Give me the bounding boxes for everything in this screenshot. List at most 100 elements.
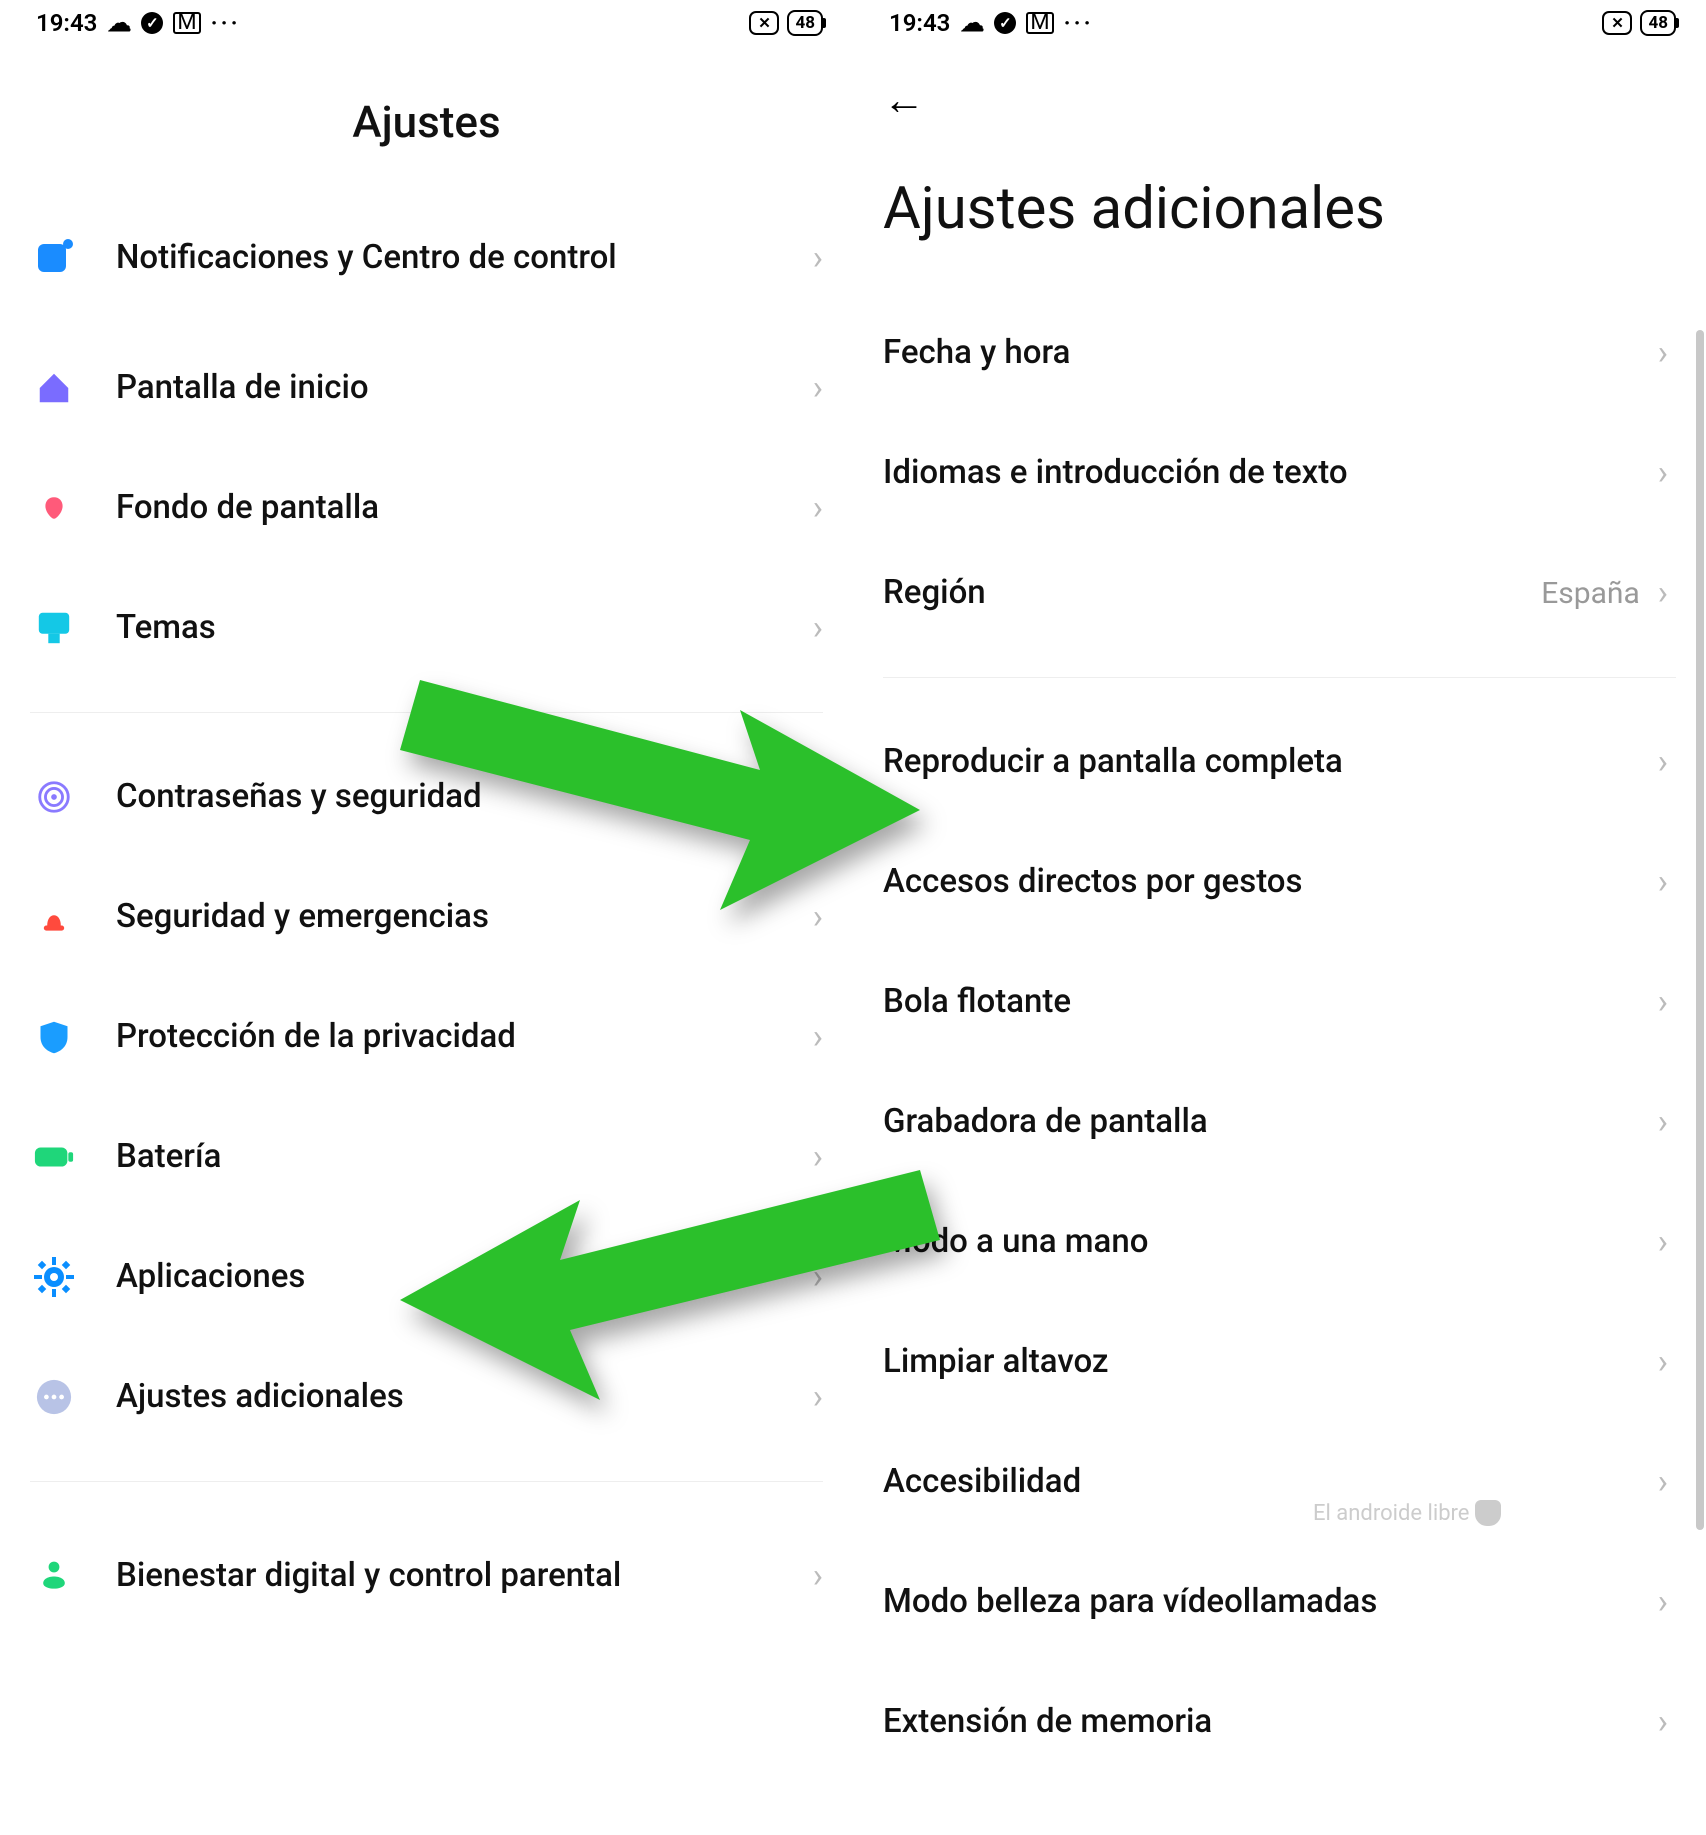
settings-item-wallpaper[interactable]: Fondo de pantalla ›: [30, 448, 823, 568]
chevron-right-icon: ›: [813, 777, 823, 817]
item-accessibility[interactable]: Accesibilidad ›: [883, 1422, 1676, 1542]
chevron-right-icon: ›: [1658, 1702, 1668, 1742]
settings-list: Notificaciones y Centro de control › Pan…: [0, 188, 853, 1646]
settings-item-emergency[interactable]: Seguridad y emergencias ›: [30, 857, 823, 977]
row-label: Región: [883, 572, 1541, 613]
additional-settings-list: Fecha y hora › Idiomas e introducción de…: [853, 293, 1706, 1782]
chevron-right-icon: ›: [813, 1556, 823, 1596]
chevron-right-icon: ›: [813, 1137, 823, 1177]
chevron-right-icon: ›: [813, 1017, 823, 1057]
shield-icon: [30, 1013, 78, 1061]
divider: [883, 677, 1676, 678]
home-icon: [30, 364, 78, 412]
cloud-icon: ☁: [107, 9, 131, 37]
more-icon: ···: [211, 9, 241, 37]
chevron-right-icon: ›: [1658, 742, 1668, 782]
gmail-icon: M: [173, 12, 200, 34]
settings-item-wellbeing[interactable]: Bienestar digital y control parental ›: [30, 1506, 823, 1646]
notifications-icon: [30, 234, 78, 282]
check-icon: ✓: [994, 12, 1016, 34]
row-label: Seguridad y emergencias: [116, 896, 813, 937]
row-label: Accesos directos por gestos: [883, 861, 1658, 902]
chevron-right-icon: ›: [813, 1377, 823, 1417]
row-label: Contraseñas y seguridad: [116, 776, 813, 817]
chevron-right-icon: ›: [1658, 333, 1668, 373]
gear-icon: [30, 1253, 78, 1301]
chevron-right-icon: ›: [1658, 982, 1668, 1022]
row-label: Limpiar altavoz: [883, 1341, 1658, 1382]
settings-item-apps[interactable]: Aplicaciones ›: [30, 1217, 823, 1337]
chevron-right-icon: ›: [1658, 1462, 1668, 1502]
chevron-right-icon: ›: [813, 488, 823, 528]
item-clean-speaker[interactable]: Limpiar altavoz ›: [883, 1302, 1676, 1422]
row-label: Temas: [116, 607, 813, 648]
item-one-hand[interactable]: Modo a una mano ›: [883, 1182, 1676, 1302]
item-screen-recorder[interactable]: Grabadora de pantalla ›: [883, 1062, 1676, 1182]
more-icon: ···: [1064, 9, 1094, 37]
item-region[interactable]: Región España ›: [883, 533, 1676, 653]
settings-item-additional[interactable]: Ajustes adicionales ›: [30, 1337, 823, 1457]
row-label: Protección de la privacidad: [116, 1016, 813, 1057]
fingerprint-icon: [30, 773, 78, 821]
item-beauty-mode[interactable]: Modo belleza para vídeollamadas ›: [883, 1542, 1676, 1662]
item-languages[interactable]: Idiomas e introducción de texto ›: [883, 413, 1676, 533]
additional-settings-screen: 19:43 ☁ ✓ M ··· ✕ 48 ← Ajustes adicional…: [853, 0, 1706, 1835]
back-button[interactable]: ←: [883, 76, 925, 125]
close-box-icon: ✕: [1602, 11, 1632, 35]
row-label: Ajustes adicionales: [116, 1376, 813, 1417]
chevron-right-icon: ›: [813, 368, 823, 408]
chevron-right-icon: ›: [1658, 862, 1668, 902]
chevron-right-icon: ›: [1658, 1582, 1668, 1622]
settings-main-screen: 19:43 ☁ ✓ M ··· ✕ 48 Ajustes Notificacio…: [0, 0, 853, 1835]
row-label: Fondo de pantalla: [116, 487, 813, 528]
chevron-right-icon: ›: [813, 897, 823, 937]
status-time: 19:43: [889, 9, 950, 37]
divider: [30, 712, 823, 713]
row-label: Accesibilidad: [883, 1461, 1658, 1502]
item-date-time[interactable]: Fecha y hora ›: [883, 293, 1676, 413]
row-label: Pantalla de inicio: [116, 367, 813, 408]
battery-pill-icon: [30, 1133, 78, 1181]
page-title: Ajustes: [0, 96, 853, 148]
settings-item-passwords[interactable]: Contraseñas y seguridad ›: [30, 737, 823, 857]
row-label: Modo a una mano: [883, 1221, 1658, 1262]
row-label: Aplicaciones: [116, 1256, 813, 1297]
row-label: Fecha y hora: [883, 332, 1658, 373]
chevron-right-icon: ›: [813, 608, 823, 648]
item-fullscreen[interactable]: Reproducir a pantalla completa ›: [883, 702, 1676, 822]
chevron-right-icon: ›: [813, 238, 823, 278]
settings-item-home[interactable]: Pantalla de inicio ›: [30, 328, 823, 448]
watermark: El androide libre: [1313, 1500, 1501, 1526]
android-icon: [1475, 1500, 1501, 1526]
row-label: Grabadora de pantalla: [883, 1101, 1658, 1142]
check-icon: ✓: [141, 12, 163, 34]
chevron-right-icon: ›: [1658, 1102, 1668, 1142]
row-label: Idiomas e introducción de texto: [883, 452, 1658, 493]
chevron-right-icon: ›: [1658, 573, 1668, 613]
settings-item-privacy[interactable]: Protección de la privacidad ›: [30, 977, 823, 1097]
item-floating-ball[interactable]: Bola flotante ›: [883, 942, 1676, 1062]
settings-item-battery[interactable]: Batería ›: [30, 1097, 823, 1217]
row-label: Modo belleza para vídeollamadas: [883, 1581, 1658, 1622]
row-label: Extensión de memoria: [883, 1701, 1658, 1742]
battery-icon: 48: [1640, 10, 1676, 36]
row-label: Notificaciones y Centro de control: [116, 237, 813, 278]
item-gestures[interactable]: Accesos directos por gestos ›: [883, 822, 1676, 942]
cloud-icon: ☁: [960, 9, 984, 37]
chevron-right-icon: ›: [1658, 1222, 1668, 1262]
wellbeing-icon: [30, 1552, 78, 1600]
settings-item-notifications[interactable]: Notificaciones y Centro de control ›: [30, 188, 823, 328]
scrollbar[interactable]: [1696, 330, 1704, 1530]
wallpaper-icon: [30, 484, 78, 532]
page-title: Ajustes adicionales: [853, 125, 1706, 293]
divider: [30, 1481, 823, 1482]
row-label: Bienestar digital y control parental: [116, 1555, 813, 1596]
status-bar: 19:43 ☁ ✓ M ··· ✕ 48: [853, 0, 1706, 46]
item-memory-extension[interactable]: Extensión de memoria ›: [883, 1662, 1676, 1782]
more-circle-icon: [30, 1373, 78, 1421]
row-label: Bola flotante: [883, 981, 1658, 1022]
chevron-right-icon: ›: [1658, 1342, 1668, 1382]
settings-item-themes[interactable]: Temas ›: [30, 568, 823, 688]
row-label: Reproducir a pantalla completa: [883, 741, 1658, 782]
close-box-icon: ✕: [749, 11, 779, 35]
